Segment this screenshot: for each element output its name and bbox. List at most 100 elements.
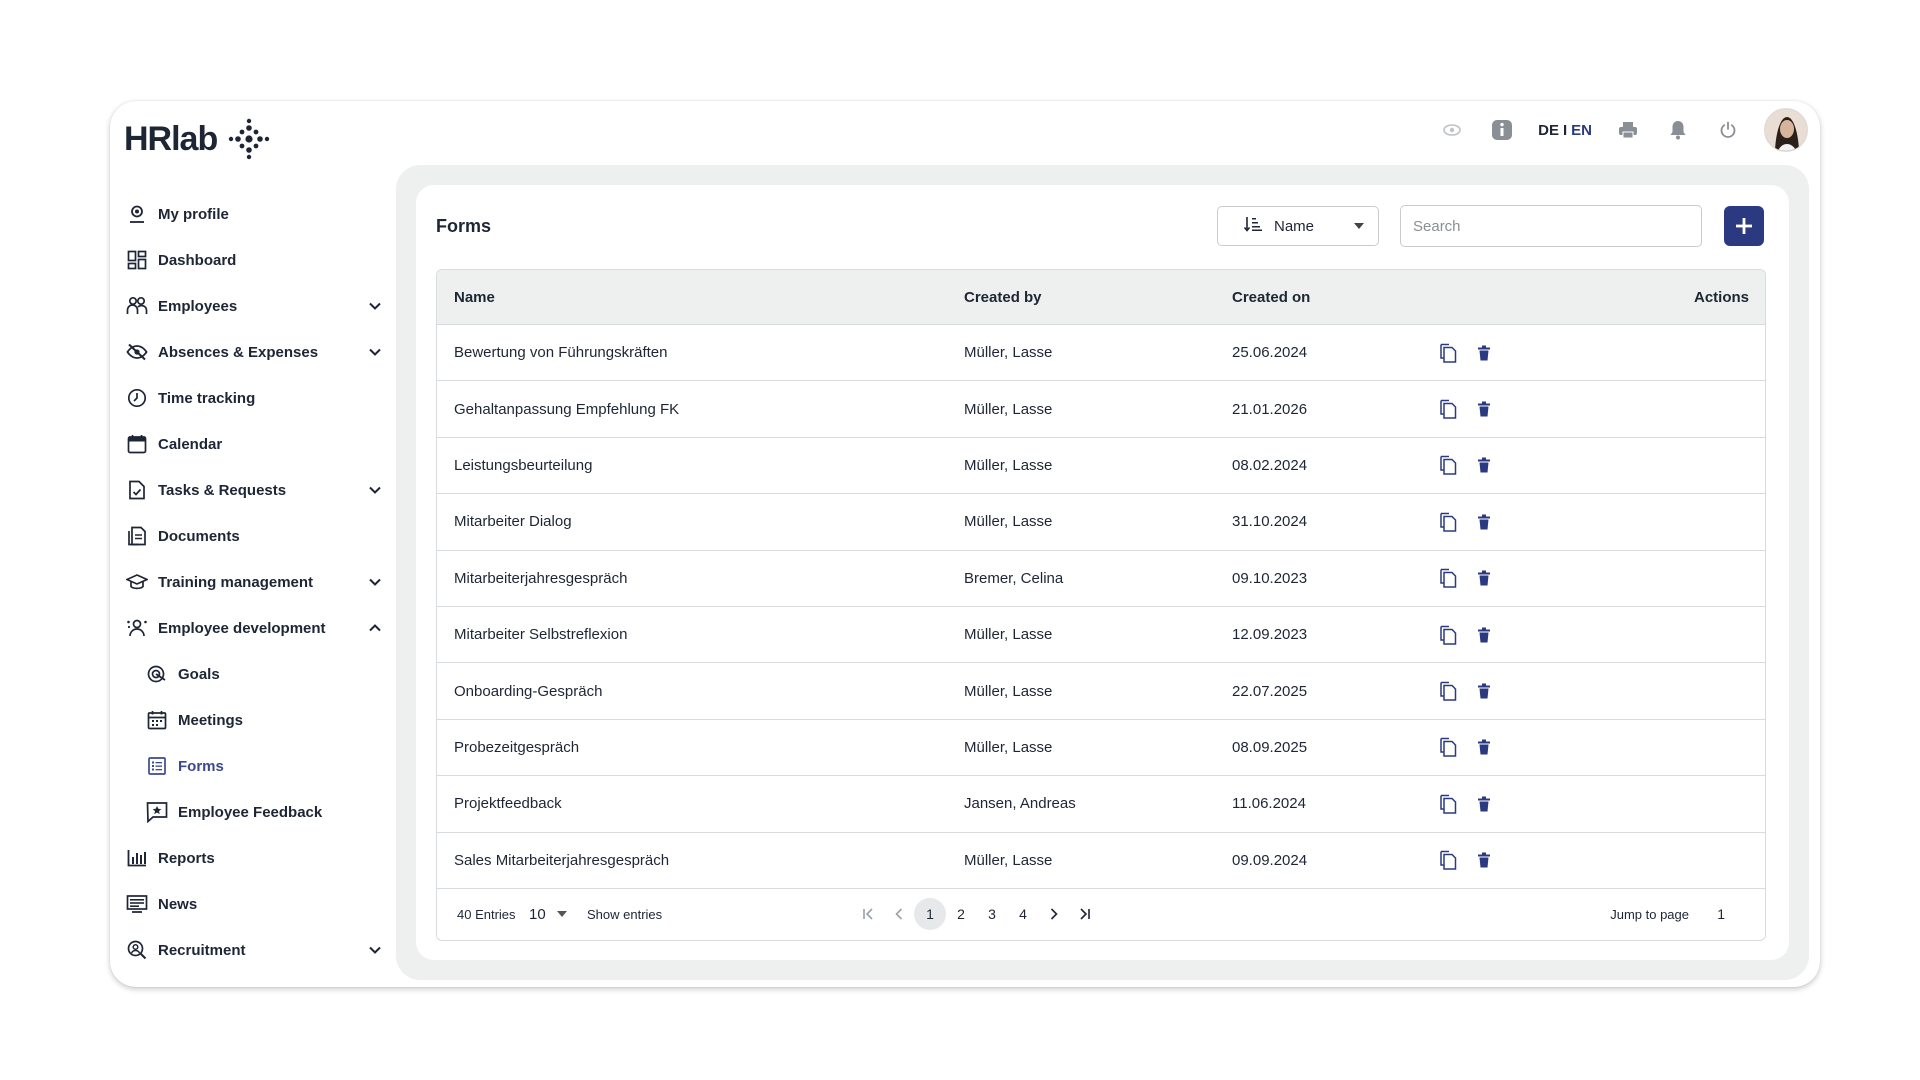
trash-icon[interactable] xyxy=(1473,680,1495,702)
copy-icon[interactable] xyxy=(1437,624,1459,646)
reports-icon xyxy=(126,847,148,869)
dashboard-icon xyxy=(126,249,148,271)
sidebar-item-tasks-requests[interactable]: Tasks & Requests xyxy=(124,467,384,513)
table-header: Name Created by Created on Actions xyxy=(437,270,1765,325)
show-entries-label: Show entries xyxy=(587,906,663,922)
cell-created-by: Müller, Lasse xyxy=(964,513,1053,531)
copy-icon[interactable] xyxy=(1437,849,1459,871)
print-icon[interactable] xyxy=(1614,116,1642,144)
trash-icon[interactable] xyxy=(1473,849,1495,871)
cell-created-on: 21.01.2026 xyxy=(1232,400,1308,418)
main-panel: Forms Name Name Created by Created on Ac… xyxy=(396,165,1809,980)
sidebar-item-label: Employees xyxy=(158,297,238,315)
table-row[interactable]: Gehaltanpassung Empfehlung FK Müller, Las… xyxy=(437,381,1765,438)
column-header-created-on[interactable]: Created on xyxy=(1232,289,1310,306)
sidebar-item-reports[interactable]: Reports xyxy=(124,835,384,881)
employees-icon xyxy=(126,295,148,317)
sidebar-item-documents[interactable]: Documents xyxy=(124,513,384,559)
cell-name: Gehaltanpassung Empfehlung FK xyxy=(454,400,680,418)
sidebar-item-employee-development[interactable]: Employee development xyxy=(124,605,384,651)
copy-icon[interactable] xyxy=(1437,511,1459,533)
sidebar-item-forms[interactable]: Forms xyxy=(124,743,384,789)
chevron-down-icon[interactable] xyxy=(366,481,384,499)
sidebar-item-label: Meetings xyxy=(178,711,244,729)
previous-page-button[interactable] xyxy=(883,898,915,930)
table-row[interactable]: Probezeitgespräch Müller, Lasse 08.09.2025 xyxy=(437,720,1765,777)
sidebar-item-calendar[interactable]: Calendar xyxy=(124,421,384,467)
lang-de[interactable]: DE xyxy=(1538,122,1559,139)
copy-icon[interactable] xyxy=(1437,680,1459,702)
trash-icon[interactable] xyxy=(1473,624,1495,646)
page-button-4[interactable]: 4 xyxy=(1007,898,1039,930)
sidebar-item-employee-feedback[interactable]: Employee Feedback xyxy=(124,789,384,835)
chevron-down-icon[interactable] xyxy=(366,297,384,315)
eye-icon[interactable] xyxy=(1438,116,1466,144)
page-button-3[interactable]: 3 xyxy=(976,898,1008,930)
page-button-1[interactable]: 1 xyxy=(914,898,946,930)
sidebar-item-training-management[interactable]: Training management xyxy=(124,559,384,605)
first-page-button[interactable] xyxy=(852,898,884,930)
sidebar-item-absences-expenses[interactable]: Absences & Expenses xyxy=(124,329,384,375)
sidebar-item-my-profile[interactable]: My profile xyxy=(124,191,384,237)
cell-name: Mitarbeiter Selbstreflexion xyxy=(454,626,628,644)
add-form-button[interactable] xyxy=(1724,206,1764,246)
copy-icon[interactable] xyxy=(1437,398,1459,420)
meetings-icon xyxy=(146,709,168,731)
chevron-down-icon[interactable] xyxy=(366,573,384,591)
caret-down-icon[interactable] xyxy=(557,911,567,917)
chevron-down-icon[interactable] xyxy=(366,343,384,361)
chevron-up-icon[interactable] xyxy=(366,619,384,637)
column-header-name[interactable]: Name xyxy=(454,289,495,306)
copy-icon[interactable] xyxy=(1437,793,1459,815)
page-button-2[interactable]: 2 xyxy=(945,898,977,930)
table-row[interactable]: Onboarding-Gespräch Müller, Lasse 22.07.20… xyxy=(437,663,1765,720)
table-row[interactable]: Bewertung von Führungskräften Müller, Las… xyxy=(437,325,1765,382)
sidebar-item-goals[interactable]: Goals xyxy=(124,651,384,697)
table-row[interactable]: Mitarbeiterjahresgespräch Bremer, Celina 0… xyxy=(437,551,1765,607)
trash-icon[interactable] xyxy=(1473,567,1495,589)
per-page-select[interactable]: 10 xyxy=(529,906,546,923)
logo[interactable]: HRlab xyxy=(124,117,271,161)
copy-icon[interactable] xyxy=(1437,454,1459,476)
avatar[interactable] xyxy=(1764,108,1808,152)
search-input[interactable] xyxy=(1400,205,1702,247)
next-page-button[interactable] xyxy=(1038,898,1070,930)
cell-name: Leistungsbeurteilung xyxy=(454,456,593,474)
sidebar-item-label: Reports xyxy=(158,849,215,867)
trash-icon[interactable] xyxy=(1473,736,1495,758)
power-icon[interactable] xyxy=(1714,116,1742,144)
table-row[interactable]: Mitarbeiter Selbstreflexion Müller, Lasse… xyxy=(437,607,1765,664)
table-row[interactable]: Projektfeedback Jansen, Andreas 11.06.2024 xyxy=(437,776,1765,833)
copy-icon[interactable] xyxy=(1437,342,1459,364)
sidebar-item-news[interactable]: News xyxy=(124,881,384,927)
info-icon[interactable] xyxy=(1488,116,1516,144)
sidebar-item-time-tracking[interactable]: Time tracking xyxy=(124,375,384,421)
trash-icon[interactable] xyxy=(1473,454,1495,476)
sidebar-item-employees[interactable]: Employees xyxy=(124,283,384,329)
sort-select[interactable]: Name xyxy=(1217,206,1379,246)
cell-created-on: 22.07.2025 xyxy=(1232,682,1308,700)
copy-icon[interactable] xyxy=(1437,736,1459,758)
sidebar-item-label: Absences & Expenses xyxy=(158,343,319,361)
lang-en[interactable]: EN xyxy=(1571,122,1592,139)
last-page-button[interactable] xyxy=(1069,898,1101,930)
trash-icon[interactable] xyxy=(1473,398,1495,420)
column-header-created-by[interactable]: Created by xyxy=(964,289,1042,306)
jump-to-page-input[interactable]: 1 xyxy=(1717,906,1725,922)
copy-icon[interactable] xyxy=(1437,567,1459,589)
calendar-icon xyxy=(126,433,148,455)
language-switch[interactable]: DE I EN xyxy=(1538,122,1592,139)
trash-icon[interactable] xyxy=(1473,511,1495,533)
table-row[interactable]: Leistungsbeurteilung Müller, Lasse 08.02.2… xyxy=(437,438,1765,495)
cell-created-by: Müller, Lasse xyxy=(964,400,1053,418)
trash-icon[interactable] xyxy=(1473,793,1495,815)
chevron-down-icon[interactable] xyxy=(366,941,384,959)
table-row[interactable]: Mitarbeiter Dialog Müller, Lasse 31.10.202… xyxy=(437,494,1765,551)
sidebar-item-dashboard[interactable]: Dashboard xyxy=(124,237,384,283)
sidebar-item-meetings[interactable]: Meetings xyxy=(124,697,384,743)
sort-select-value: Name xyxy=(1274,217,1315,235)
sidebar-item-recruitment[interactable]: Recruitment xyxy=(124,927,384,973)
trash-icon[interactable] xyxy=(1473,342,1495,364)
table-row[interactable]: Sales Mitarbeiterjahresgespräch Müller, L… xyxy=(437,833,1765,889)
bell-icon[interactable] xyxy=(1664,116,1692,144)
